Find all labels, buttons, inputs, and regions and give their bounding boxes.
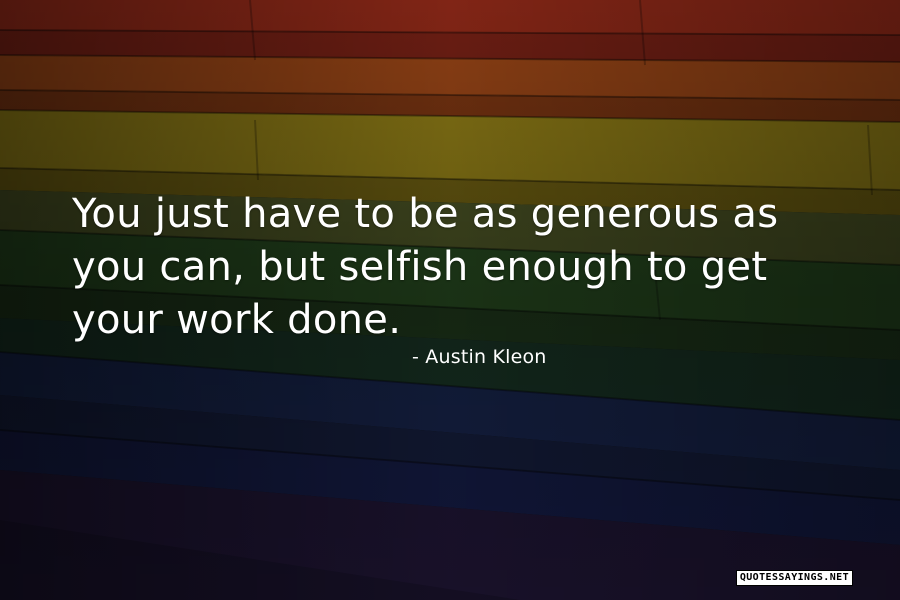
watermark-logo: QUOTESSAYINGS.NET [735, 570, 853, 586]
quote-image: You just have to be as generous as you c… [0, 0, 900, 600]
quote-container: You just have to be as generous as you c… [72, 188, 852, 347]
quote-author: - Austin Kleon [412, 346, 547, 368]
quote-text: You just have to be as generous as you c… [72, 191, 779, 343]
